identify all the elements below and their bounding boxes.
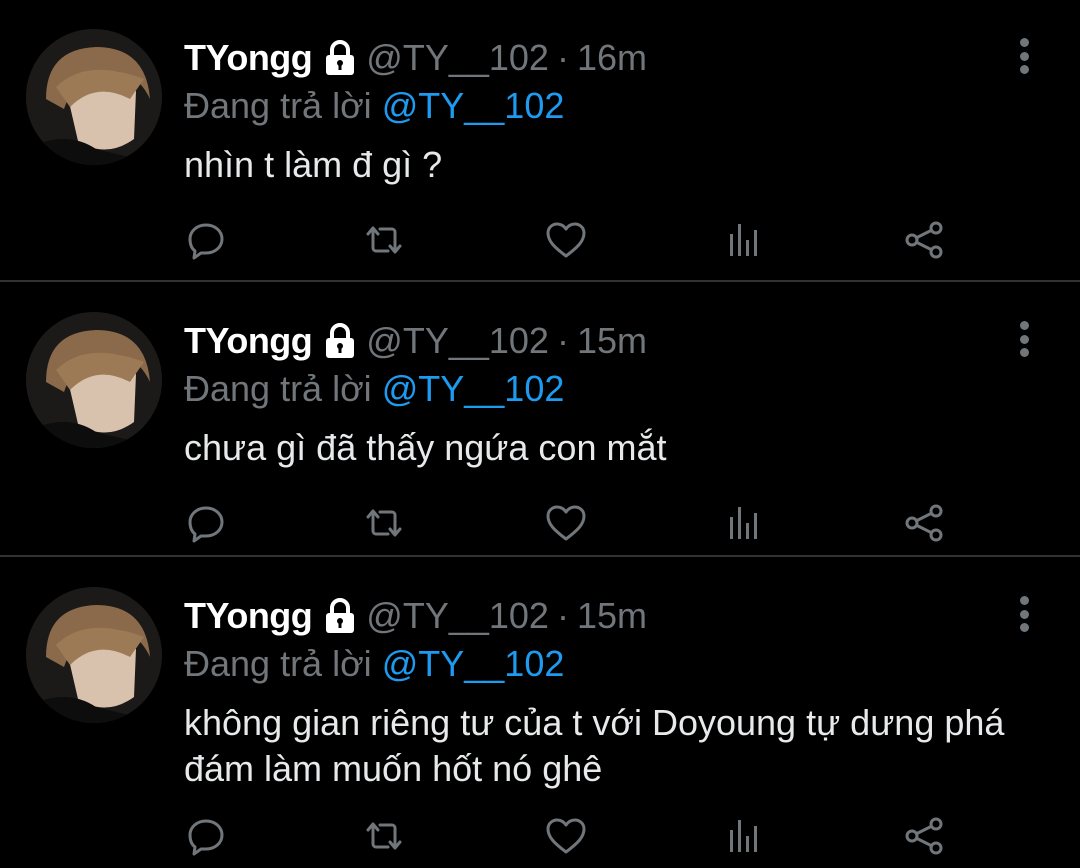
stats-icon (730, 224, 757, 256)
retweet-button[interactable] (359, 498, 409, 548)
stats-button[interactable] (719, 811, 769, 861)
share-icon (905, 504, 943, 542)
like-icon (546, 222, 586, 258)
reply-icon (188, 819, 224, 856)
reply-prefix: Đang trả lời (184, 368, 372, 409)
avatar[interactable] (26, 587, 162, 723)
timeline: TYongg @TY__102 · 16m Đang trả lời @TY__… (0, 0, 1080, 868)
like-button[interactable] (541, 498, 591, 548)
avatar[interactable] (26, 312, 162, 448)
share-button[interactable] (899, 498, 949, 548)
lock-icon (320, 321, 360, 361)
stats-button[interactable] (719, 498, 769, 548)
reply-icon (188, 506, 224, 543)
retweet-button[interactable] (359, 215, 409, 265)
tweet-text: nhìn t làm đ gì ? (184, 144, 443, 185)
more-vertical-icon[interactable] (1008, 38, 1040, 74)
tweet-text: chưa gì đã thấy ngứa con mắt (184, 427, 667, 468)
tweet-text: không gian riêng tư của t với Doyoung tự… (184, 702, 1005, 789)
more-vertical-icon[interactable] (1008, 321, 1040, 357)
reply-prefix: Đang trả lời (184, 85, 372, 126)
replying-to: Đang trả lời @TY__102 (184, 642, 564, 686)
tweet[interactable]: TYongg @TY__102 · 15m Đang trả lời @TY__… (0, 558, 1080, 868)
reply-handle-link[interactable]: @TY__102 (382, 85, 565, 126)
action-bar (0, 498, 1080, 548)
share-icon (905, 817, 943, 855)
timestamp[interactable]: 15m (577, 319, 647, 363)
retweet-icon (366, 509, 402, 537)
separator: · (556, 37, 569, 78)
handle[interactable]: @TY__102 (366, 319, 549, 363)
reply-button[interactable] (181, 215, 231, 265)
replying-to: Đang trả lời @TY__102 (184, 367, 564, 411)
share-button[interactable] (899, 811, 949, 861)
reply-handle-link[interactable]: @TY__102 (382, 643, 565, 684)
reply-prefix: Đang trả lời (184, 643, 372, 684)
more-vertical-icon[interactable] (1008, 596, 1040, 632)
replying-to: Đang trả lời @TY__102 (184, 84, 564, 128)
tweet-header: TYongg @TY__102 · 15m (184, 319, 647, 363)
share-button[interactable] (899, 215, 949, 265)
stats-icon (730, 507, 757, 539)
retweet-icon (366, 226, 402, 254)
share-icon (905, 221, 943, 259)
timestamp[interactable]: 16m (577, 36, 647, 80)
action-bar (0, 215, 1080, 265)
like-button[interactable] (541, 811, 591, 861)
like-button[interactable] (541, 215, 591, 265)
handle[interactable]: @TY__102 (366, 36, 549, 80)
stats-icon (730, 820, 757, 852)
like-icon (546, 818, 586, 854)
separator: · (556, 595, 569, 636)
avatar[interactable] (26, 29, 162, 165)
lock-icon (320, 38, 360, 78)
display-name[interactable]: TYongg (184, 594, 313, 638)
reply-button[interactable] (181, 498, 231, 548)
timestamp[interactable]: 15m (577, 594, 647, 638)
divider (0, 555, 1080, 557)
retweet-icon (366, 822, 402, 850)
divider (0, 280, 1080, 282)
reply-button[interactable] (181, 811, 231, 861)
tweet[interactable]: TYongg @TY__102 · 15m Đang trả lời @TY__… (0, 283, 1080, 556)
reply-icon (188, 223, 224, 260)
stats-button[interactable] (719, 215, 769, 265)
reply-handle-link[interactable]: @TY__102 (382, 368, 565, 409)
tweet[interactable]: TYongg @TY__102 · 16m Đang trả lời @TY__… (0, 0, 1080, 280)
separator: · (556, 320, 569, 361)
lock-icon (320, 596, 360, 636)
tweet-header: TYongg @TY__102 · 15m (184, 594, 647, 638)
tweet-header: TYongg @TY__102 · 16m (184, 36, 647, 80)
display-name[interactable]: TYongg (184, 36, 313, 80)
handle[interactable]: @TY__102 (366, 594, 549, 638)
like-icon (546, 505, 586, 541)
action-bar (0, 811, 1080, 861)
display-name[interactable]: TYongg (184, 319, 313, 363)
retweet-button[interactable] (359, 811, 409, 861)
